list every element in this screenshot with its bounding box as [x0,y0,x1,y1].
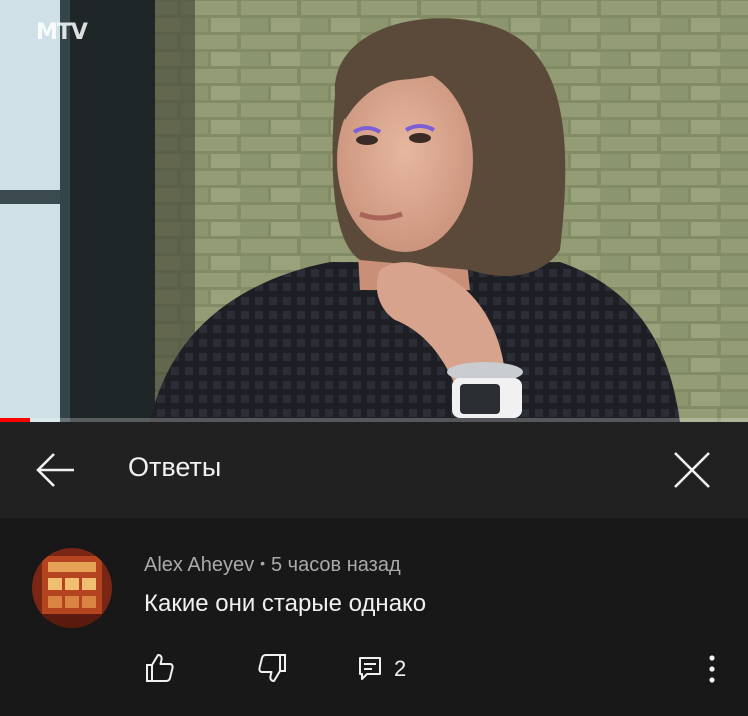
back-button[interactable] [34,450,78,490]
comment-timestamp: 5 часов назад [270,554,401,576]
avatar[interactable] [32,548,112,628]
more-vertical-icon [709,655,715,683]
video-player[interactable]: MTV [0,0,748,422]
thumb-down-icon [258,654,286,682]
video-frame [0,0,748,422]
comment-author[interactable]: Alex Aheyev [144,554,254,576]
replies-header: Ответы [0,422,748,518]
comment-text: Какие они старые однако [144,590,427,617]
dislike-button[interactable] [256,652,288,684]
page-title: Ответы [128,452,222,482]
comment-meta: Alex Aheyev • 5 часов назад [144,554,401,577]
more-options-button[interactable] [696,652,728,686]
avatar-image [32,548,112,628]
like-button[interactable] [144,652,176,684]
channel-logo: MTV [36,20,88,45]
reply-count: 2 [394,656,407,681]
reply-icon [359,657,381,680]
thumb-up-icon [146,654,174,682]
comment-item: Alex Aheyev • 5 часов назад Какие они стар… [0,518,748,716]
arrow-left-icon [36,453,74,487]
close-button[interactable] [670,448,714,492]
close-icon [674,452,710,488]
reply-button[interactable]: 2 [358,654,406,684]
meta-separator: • [260,555,265,571]
